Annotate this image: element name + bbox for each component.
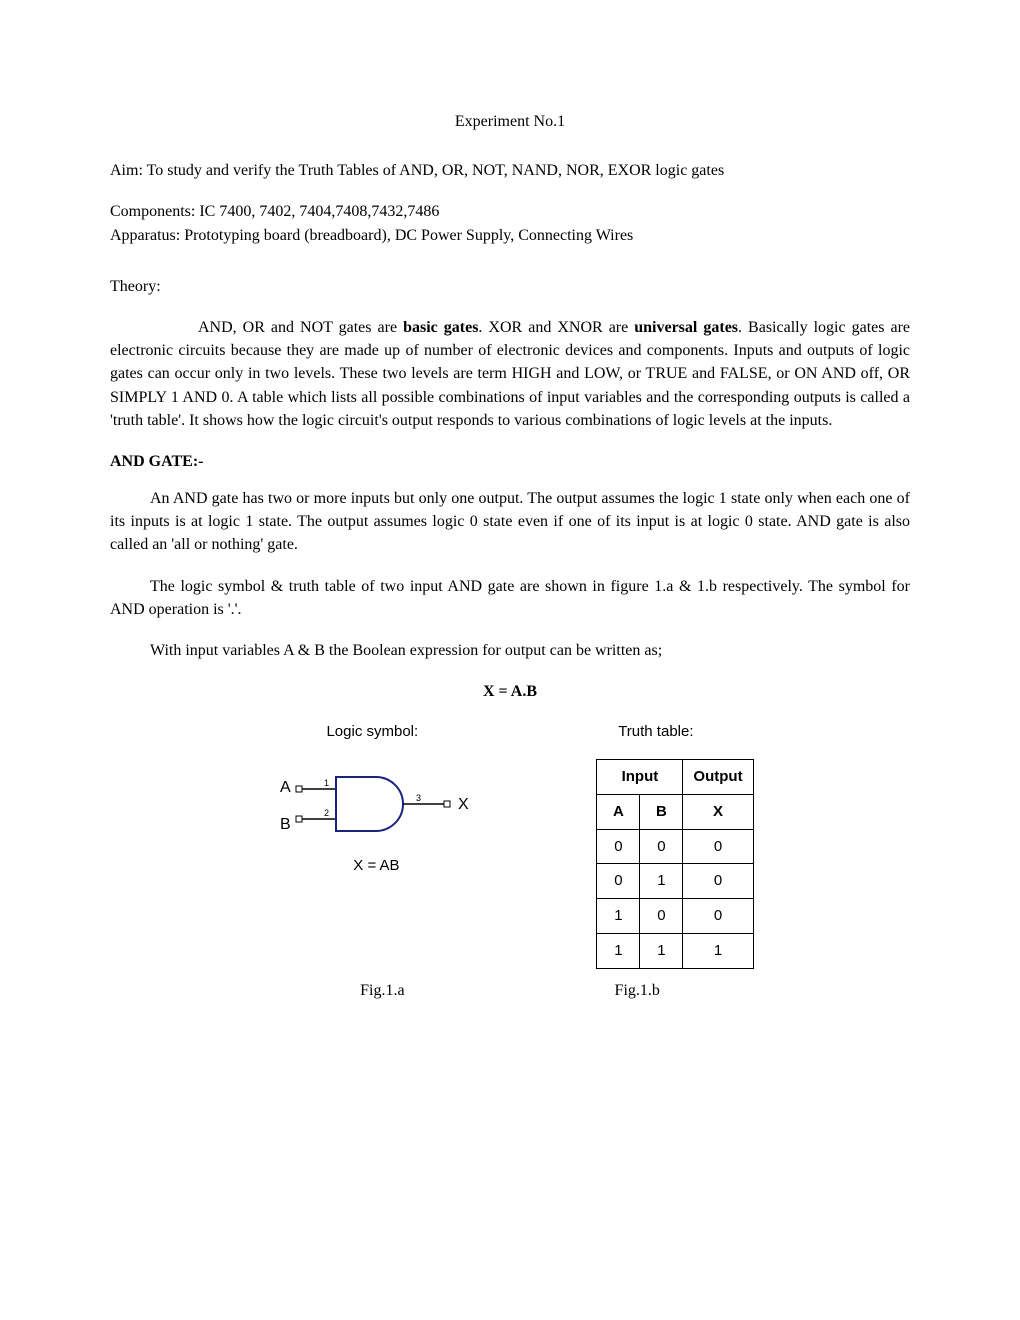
truth-table-label: Truth table: <box>618 721 693 743</box>
aim-text: Aim: To study and verify the Truth Table… <box>110 159 910 182</box>
table-row: 1 0 0 <box>597 899 753 934</box>
th-a: A <box>597 794 640 829</box>
figure-1b-caption: Fig.1.b <box>615 979 660 1002</box>
th-x: X <box>683 794 753 829</box>
and-gate-heading: AND GATE:- <box>110 450 910 473</box>
theory-bold2: universal gates <box>634 319 738 336</box>
and-paragraph-3: With input variables A & B the Boolean e… <box>110 639 910 662</box>
table-row: 1 1 1 <box>597 933 753 968</box>
boolean-equation: X = A.B <box>110 680 910 703</box>
pin-2-label: 2 <box>324 808 329 818</box>
and-paragraph-1: An AND gate has two or more inputs but o… <box>110 487 910 557</box>
truth-table-figure: Input Output A B X 0 0 0 0 1 0 1 0 0 <box>596 759 753 969</box>
apparatus-text: Apparatus: Prototyping board (breadboard… <box>110 224 910 247</box>
gate-expression: X = AB <box>266 855 486 877</box>
truth-table: Input Output A B X 0 0 0 0 1 0 1 0 0 <box>596 759 753 969</box>
theory-label: Theory: <box>110 275 910 298</box>
and-gate-icon: 1 2 3 A B X <box>266 759 486 849</box>
page-title: Experiment No.1 <box>110 110 910 133</box>
table-row: 0 1 0 <box>597 864 753 899</box>
figure-1a-caption: Fig.1.a <box>360 979 404 1002</box>
components-text: Components: IC 7400, 7402, 7404,7408,743… <box>110 200 910 223</box>
and-paragraph-2: The logic symbol & truth table of two in… <box>110 575 910 621</box>
input-a-label: A <box>280 779 291 796</box>
th-b: B <box>640 794 683 829</box>
table-row: 0 0 0 <box>597 829 753 864</box>
theory-pre1: AND, OR and NOT gates are <box>198 319 403 336</box>
theory-mid1: . XOR and XNOR are <box>478 319 634 336</box>
input-b-label: B <box>280 816 291 833</box>
logic-symbol-figure: 1 2 3 A B X X = AB <box>266 759 486 969</box>
output-x-label: X <box>458 796 469 813</box>
th-output: Output <box>683 760 753 795</box>
pin-1-label: 1 <box>324 778 329 788</box>
pin-3-label: 3 <box>416 793 421 803</box>
theory-bold1: basic gates <box>403 319 478 336</box>
theory-paragraph: AND, OR and NOT gates are basic gates. X… <box>110 316 910 432</box>
th-input: Input <box>597 760 683 795</box>
logic-symbol-label: Logic symbol: <box>326 721 418 743</box>
